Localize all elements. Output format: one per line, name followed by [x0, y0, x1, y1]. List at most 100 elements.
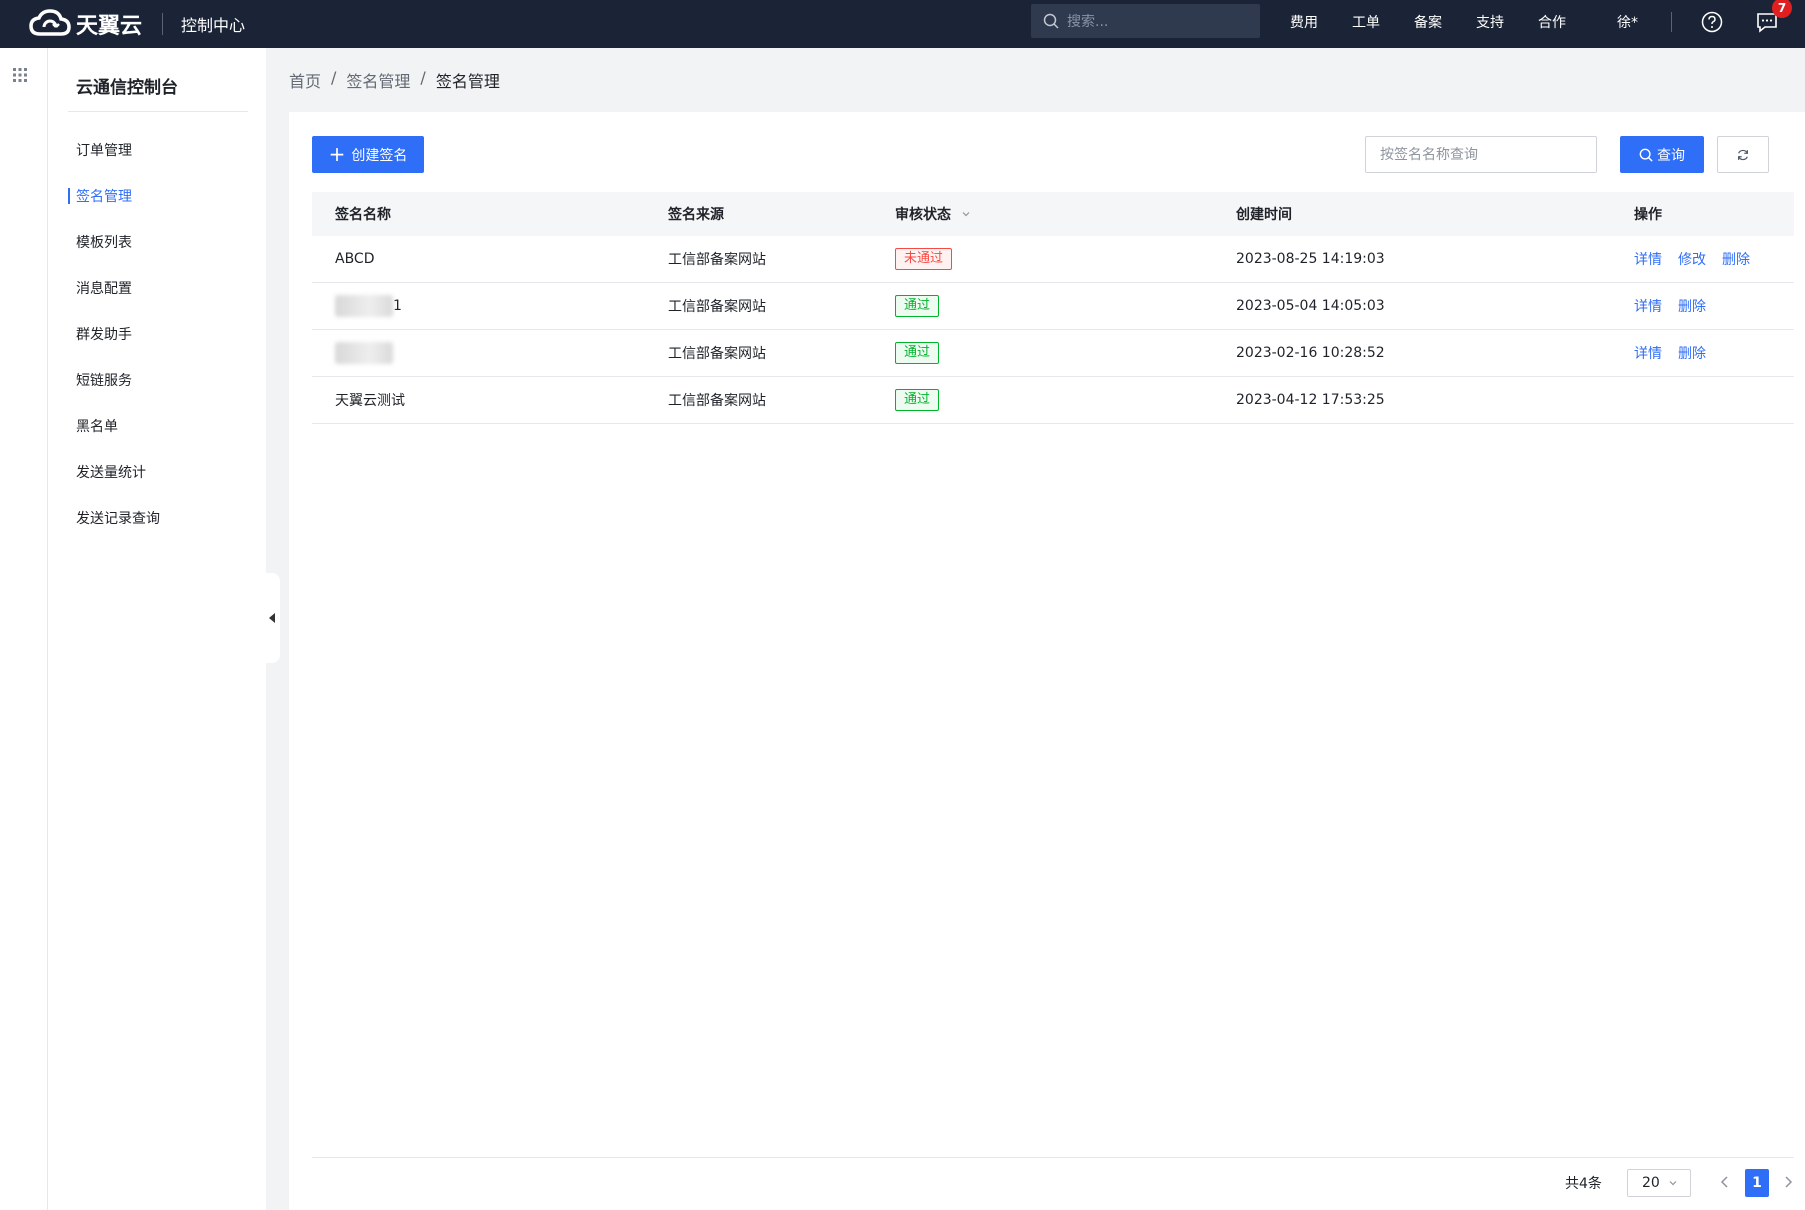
product-rail	[0, 48, 48, 1210]
status-badge: 通过	[895, 342, 940, 364]
apps-grid-icon[interactable]	[12, 67, 28, 83]
pagination-total: 共4条	[1565, 1176, 1602, 1192]
col-header-status[interactable]: 审核状态	[895, 192, 971, 236]
col-header-source: 签名来源	[668, 207, 724, 223]
cell-created-time: 2023-05-04 14:05:03	[1236, 298, 1385, 314]
breadcrumb-home[interactable]: 首页	[289, 68, 321, 92]
redacted-text	[335, 295, 393, 317]
cell-status: 通过	[895, 330, 940, 376]
col-header-time: 创建时间	[1236, 207, 1292, 223]
table-header: 签名名称 签名来源 审核状态 创建时间 操作	[312, 192, 1794, 236]
col-header-name: 签名名称	[335, 207, 391, 223]
cell-signature-source: 工信部备案网站	[668, 299, 766, 315]
delete-link[interactable]: 删除	[1722, 249, 1750, 269]
refresh-icon	[1738, 149, 1748, 160]
search-icon	[1639, 148, 1653, 162]
cell-created-time: 2023-04-12 17:53:25	[1236, 392, 1385, 408]
signature-name-search-input[interactable]	[1365, 136, 1597, 173]
cell-signature-name: 天翼云测试	[335, 393, 405, 409]
query-label: 查询	[1657, 147, 1685, 164]
cell-status: 通过	[895, 283, 940, 329]
cell-ops: 详情 删除	[1634, 283, 1706, 329]
plus-icon: +	[328, 141, 346, 166]
breadcrumb-current: 签名管理	[435, 72, 500, 91]
cell-signature-name	[335, 330, 393, 376]
sidebar-collapse-toggle[interactable]	[266, 573, 280, 663]
delete-link[interactable]: 删除	[1678, 343, 1706, 363]
sidebar-item-bulk-send[interactable]: 群发助手	[76, 324, 132, 344]
cell-signature-name: 1	[335, 283, 402, 329]
nav-partner[interactable]: 合作	[1538, 12, 1566, 32]
signature-list-card: + 创建签名 查询 签名名称 签名来源 审核状态 创建时	[289, 112, 1805, 1210]
edit-link[interactable]: 修改	[1678, 249, 1706, 269]
brand-name: 天翼云	[76, 14, 143, 39]
table-row: 天翼云测试 工信部备案网站 通过 2023-04-12 17:53:25	[312, 377, 1794, 424]
sidebar-item-blacklist[interactable]: 黑名单	[76, 416, 118, 436]
cell-status: 未通过	[895, 236, 953, 282]
sidebar: 云通信控制台 订单管理 签名管理 模板列表 消息配置 群发助手 短链服务 黑名单…	[48, 48, 266, 1210]
user-name[interactable]: 徐*	[1617, 12, 1638, 32]
detail-link[interactable]: 详情	[1634, 249, 1662, 269]
chevron-right-icon[interactable]	[1780, 1174, 1796, 1190]
sidebar-divider	[68, 111, 248, 112]
pagination-divider	[312, 1157, 1794, 1158]
table-row: 工信部备案网站 通过 2023-02-16 10:28:52 详情 删除	[312, 330, 1794, 377]
nav-filing[interactable]: 备案	[1414, 12, 1442, 32]
signature-table: 签名名称 签名来源 审核状态 创建时间 操作 ABCD 工信部备案网站 未通过 …	[312, 192, 1794, 424]
delete-link[interactable]: 删除	[1678, 296, 1706, 316]
sidebar-item-signatures[interactable]: 签名管理	[76, 186, 132, 206]
cell-signature-name: ABCD	[335, 251, 375, 267]
breadcrumb-signature-mgmt[interactable]: 签名管理	[346, 68, 410, 92]
chevron-left-icon[interactable]	[1717, 1174, 1733, 1190]
cell-ops: 详情 删除	[1634, 330, 1706, 376]
nav-fees[interactable]: 费用	[1290, 12, 1318, 32]
status-badge: 通过	[895, 295, 940, 317]
global-search[interactable]: 搜索...	[1031, 4, 1260, 38]
cell-created-time: 2023-08-25 14:19:03	[1236, 251, 1385, 267]
top-bar: 天翼云 控制中心 搜索... 费用 工单 备案 支持 合作 徐* 7	[0, 0, 1805, 48]
breadcrumb-separator: /	[420, 68, 426, 87]
cloud-logo-icon	[29, 9, 71, 36]
status-badge: 通过	[895, 389, 940, 411]
sidebar-item-send-records[interactable]: 发送记录查询	[76, 508, 160, 528]
collapse-arrow-icon	[269, 613, 275, 623]
sidebar-item-short-link[interactable]: 短链服务	[76, 370, 132, 390]
breadcrumb-separator: /	[331, 68, 337, 87]
sidebar-item-message-config[interactable]: 消息配置	[76, 278, 132, 298]
create-signature-button[interactable]: + 创建签名	[312, 136, 424, 173]
nav-support[interactable]: 支持	[1476, 12, 1504, 32]
search-placeholder: 搜索...	[1067, 14, 1109, 30]
col-header-status-label: 审核状态	[895, 207, 951, 223]
topbar-divider	[162, 13, 164, 35]
sidebar-item-send-stats[interactable]: 发送量统计	[76, 462, 146, 482]
chevron-down-icon[interactable]	[961, 209, 971, 219]
cell-signature-source: 工信部备案网站	[668, 252, 766, 268]
console-title[interactable]: 控制中心	[181, 12, 245, 36]
pagination-current-page[interactable]: 1	[1745, 1169, 1769, 1197]
cell-signature-source: 工信部备案网站	[668, 346, 766, 362]
refresh-button[interactable]	[1717, 136, 1769, 173]
redacted-text	[335, 342, 393, 364]
brand-logo[interactable]: 天翼云	[28, 0, 142, 48]
breadcrumb: 首页 / 签名管理 / 签名管理	[289, 68, 500, 92]
cell-signature-source: 工信部备案网站	[668, 393, 766, 409]
detail-link[interactable]: 详情	[1634, 343, 1662, 363]
table-row: ABCD 工信部备案网站 未通过 2023-08-25 14:19:03 详情 …	[312, 236, 1794, 283]
chevron-down-icon	[1669, 1181, 1677, 1186]
cell-created-time: 2023-02-16 10:28:52	[1236, 345, 1385, 361]
search-icon	[1043, 13, 1059, 29]
col-header-ops: 操作	[1634, 207, 1662, 223]
detail-link[interactable]: 详情	[1634, 296, 1662, 316]
nav-tickets[interactable]: 工单	[1352, 12, 1380, 32]
page-size-select[interactable]: 20	[1627, 1169, 1691, 1197]
active-indicator	[68, 188, 70, 204]
sidebar-title: 云通信控制台	[76, 78, 178, 98]
sidebar-item-templates[interactable]: 模板列表	[76, 232, 132, 252]
query-button[interactable]: 查询	[1620, 136, 1704, 173]
sidebar-item-orders[interactable]: 订单管理	[76, 140, 132, 160]
help-icon[interactable]	[1701, 11, 1723, 33]
page-size-value: 20	[1642, 1175, 1660, 1191]
topbar-separator	[1671, 12, 1672, 32]
message-count-badge: 7	[1772, 0, 1792, 18]
status-badge: 未通过	[895, 248, 953, 270]
